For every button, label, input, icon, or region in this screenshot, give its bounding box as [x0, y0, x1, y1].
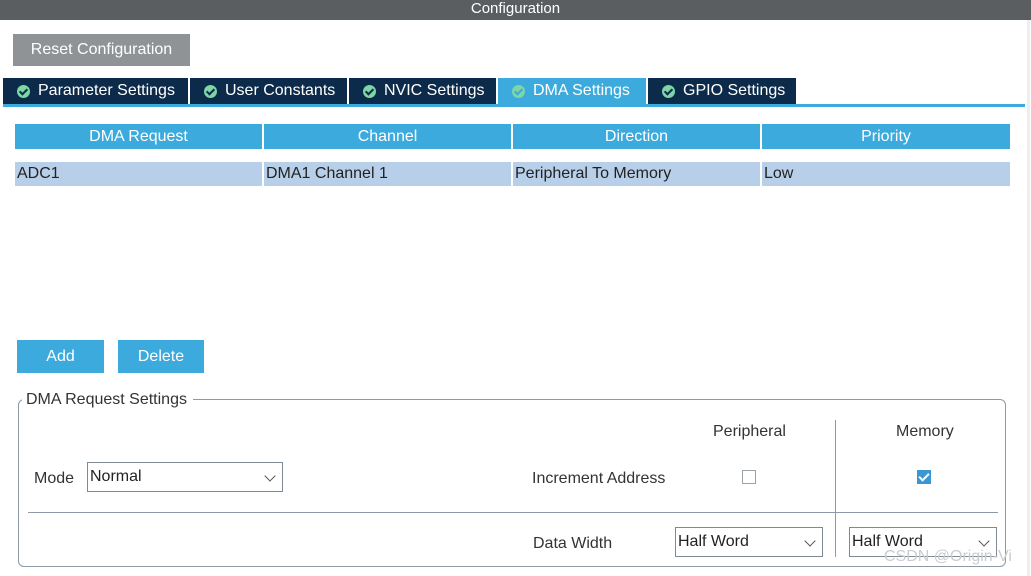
- column-header-priority[interactable]: Priority: [762, 124, 1010, 149]
- tab-underline: [3, 104, 1025, 107]
- column-header-direction[interactable]: Direction: [513, 124, 760, 149]
- tab-bar: Parameter Settings User Constants NVIC S…: [3, 78, 798, 104]
- mode-select-value: Normal: [90, 468, 142, 485]
- peripheral-data-width-select[interactable]: Half Word: [675, 527, 823, 557]
- delete-button[interactable]: Delete: [118, 340, 204, 373]
- cell-direction[interactable]: Peripheral To Memory: [513, 162, 760, 186]
- window-title: Configuration: [0, 0, 1031, 20]
- data-width-label: Data Width: [533, 535, 613, 552]
- column-divider: [835, 420, 836, 557]
- row-divider: [28, 512, 998, 513]
- table-header: DMA Request Channel Direction Priority: [15, 124, 1010, 149]
- mode-select[interactable]: Normal: [87, 462, 283, 492]
- check-circle-icon: [512, 84, 525, 98]
- tab-nvic-settings[interactable]: NVIC Settings: [349, 78, 496, 104]
- tab-label: GPIO Settings: [683, 82, 786, 99]
- tab-parameter-settings[interactable]: Parameter Settings: [3, 78, 188, 104]
- memory-column-label: Memory: [896, 423, 954, 440]
- mode-label: Mode: [34, 470, 75, 487]
- increment-address-label: Increment Address: [532, 470, 666, 487]
- increment-memory-checkbox[interactable]: [917, 470, 931, 484]
- settings-legend: DMA Request Settings: [22, 390, 193, 410]
- peripheral-data-width-value: Half Word: [678, 533, 749, 550]
- cell-dma-request[interactable]: ADC1: [15, 162, 262, 186]
- tab-dma-settings[interactable]: DMA Settings: [498, 78, 646, 104]
- chevron-down-icon: [264, 470, 276, 482]
- check-circle-icon: [363, 84, 376, 98]
- check-circle-icon: [662, 84, 675, 98]
- chevron-down-icon: [804, 535, 816, 547]
- check-circle-icon: [204, 84, 217, 98]
- column-header-dma-request[interactable]: DMA Request: [15, 124, 262, 149]
- add-button[interactable]: Add: [17, 340, 104, 373]
- tab-label: Parameter Settings: [38, 82, 175, 99]
- tab-user-constants[interactable]: User Constants: [190, 78, 347, 104]
- cell-channel[interactable]: DMA1 Channel 1: [264, 162, 511, 186]
- increment-peripheral-checkbox[interactable]: [742, 470, 756, 484]
- column-header-channel[interactable]: Channel: [264, 124, 511, 149]
- watermark: CSDN @Origin-Vi: [884, 548, 1012, 565]
- reset-configuration-button[interactable]: Reset Configuration: [13, 34, 190, 66]
- peripheral-column-label: Peripheral: [713, 423, 786, 440]
- tab-label: User Constants: [225, 82, 336, 99]
- chevron-down-icon: [978, 535, 990, 547]
- check-circle-icon: [17, 84, 30, 98]
- dma-request-table: DMA Request Channel Direction Priority A…: [15, 124, 1010, 186]
- tab-gpio-settings[interactable]: GPIO Settings: [648, 78, 796, 104]
- table-row[interactable]: ADC1 DMA1 Channel 1 Peripheral To Memory…: [15, 162, 1010, 186]
- cell-priority[interactable]: Low: [762, 162, 1010, 186]
- tab-label: DMA Settings: [533, 82, 630, 99]
- right-border: [1027, 20, 1030, 576]
- tab-label: NVIC Settings: [384, 82, 485, 99]
